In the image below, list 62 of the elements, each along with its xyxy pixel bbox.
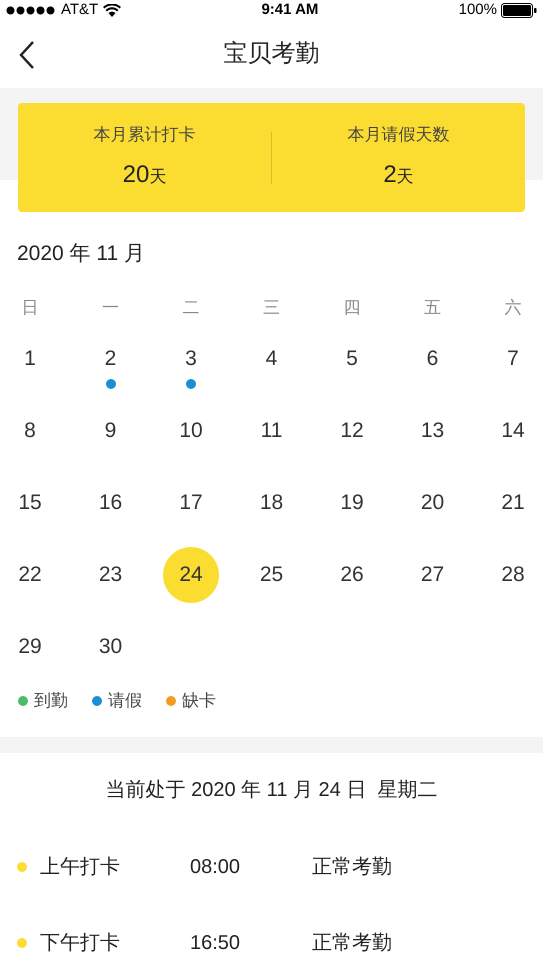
- calendar-day[interactable]: 22: [18, 559, 42, 591]
- record-label: 下午打卡: [40, 931, 121, 956]
- summary-value: 20: [122, 160, 150, 190]
- calendar-day[interactable]: 1: [24, 343, 36, 375]
- back-icon: [19, 40, 35, 70]
- weekday-label: 日: [20, 296, 40, 319]
- record-time: 16:50: [190, 931, 242, 956]
- battery-icon: [500, 2, 537, 18]
- calendar-day[interactable]: 28: [501, 559, 525, 591]
- calendar-day[interactable]: 20: [420, 487, 444, 519]
- weekday-label: 四: [342, 296, 362, 319]
- summary-label: 本月请假天数: [348, 124, 450, 146]
- battery-text: 100%: [458, 0, 497, 20]
- signal-icon: [6, 6, 56, 14]
- weekday-label: 一: [101, 296, 120, 319]
- legend-label: 缺卡: [182, 690, 216, 712]
- calendar-day[interactable]: 15: [18, 487, 42, 519]
- calendar-day[interactable]: 8: [24, 415, 36, 447]
- weekday-label: 二: [182, 296, 200, 319]
- calendar-day[interactable]: 6: [426, 343, 438, 375]
- legend-label: 请假: [108, 690, 142, 712]
- calendar-day[interactable]: 26: [340, 559, 364, 591]
- calendar-day[interactable]: 2: [104, 343, 116, 375]
- clock-text: 9:41 AM: [261, 0, 318, 20]
- calendar-day[interactable]: 24: [179, 559, 203, 591]
- record-status: 正常考勤: [312, 931, 392, 956]
- calendar-day[interactable]: 27: [420, 559, 444, 591]
- calendar-day[interactable]: 7: [507, 343, 519, 375]
- calendar-day[interactable]: 18: [260, 487, 284, 519]
- calendar-day[interactable]: 30: [98, 631, 122, 663]
- page-title: 宝贝考勤: [224, 39, 320, 69]
- record-label: 上午打卡: [40, 855, 121, 880]
- weekday-label: 六: [504, 296, 522, 319]
- calendar-day[interactable]: 4: [266, 343, 278, 375]
- summary-label: 本月累计打卡: [94, 124, 196, 146]
- calendar-day[interactable]: 19: [340, 487, 364, 519]
- calendar-day[interactable]: 25: [260, 559, 284, 591]
- calendar-day[interactable]: 5: [346, 343, 358, 375]
- legend-label: 到勤: [34, 690, 68, 712]
- calendar-day[interactable]: 10: [179, 415, 203, 447]
- record-status: 正常考勤: [312, 855, 392, 880]
- calendar-day[interactable]: 16: [98, 487, 122, 519]
- calendar-day[interactable]: 17: [179, 487, 203, 519]
- calendar-day[interactable]: 21: [501, 487, 525, 519]
- carrier-text: AT&T: [61, 0, 98, 20]
- summary-unit: 天: [396, 166, 414, 188]
- weekday-label: 五: [423, 296, 442, 319]
- calendar-day[interactable]: 3: [185, 343, 197, 375]
- weekday-label: 三: [262, 296, 281, 319]
- calendar-day[interactable]: 13: [420, 415, 444, 447]
- calendar-day[interactable]: 29: [18, 631, 42, 663]
- calendar-day[interactable]: 14: [501, 415, 525, 447]
- month-title: 2020 年 11 月: [17, 242, 146, 265]
- calendar-day[interactable]: 9: [104, 415, 116, 447]
- calendar-day[interactable]: 12: [340, 415, 364, 447]
- summary-value: 2: [383, 160, 397, 190]
- calendar-day[interactable]: 23: [98, 559, 122, 591]
- current-date-text: 当前处于 2020 年 11 月 24 日 星期二: [106, 778, 438, 803]
- record-time: 08:00: [190, 855, 242, 880]
- summary-unit: 天: [149, 166, 166, 188]
- wifi-icon: [103, 4, 122, 16]
- calendar-day[interactable]: 11: [260, 415, 282, 447]
